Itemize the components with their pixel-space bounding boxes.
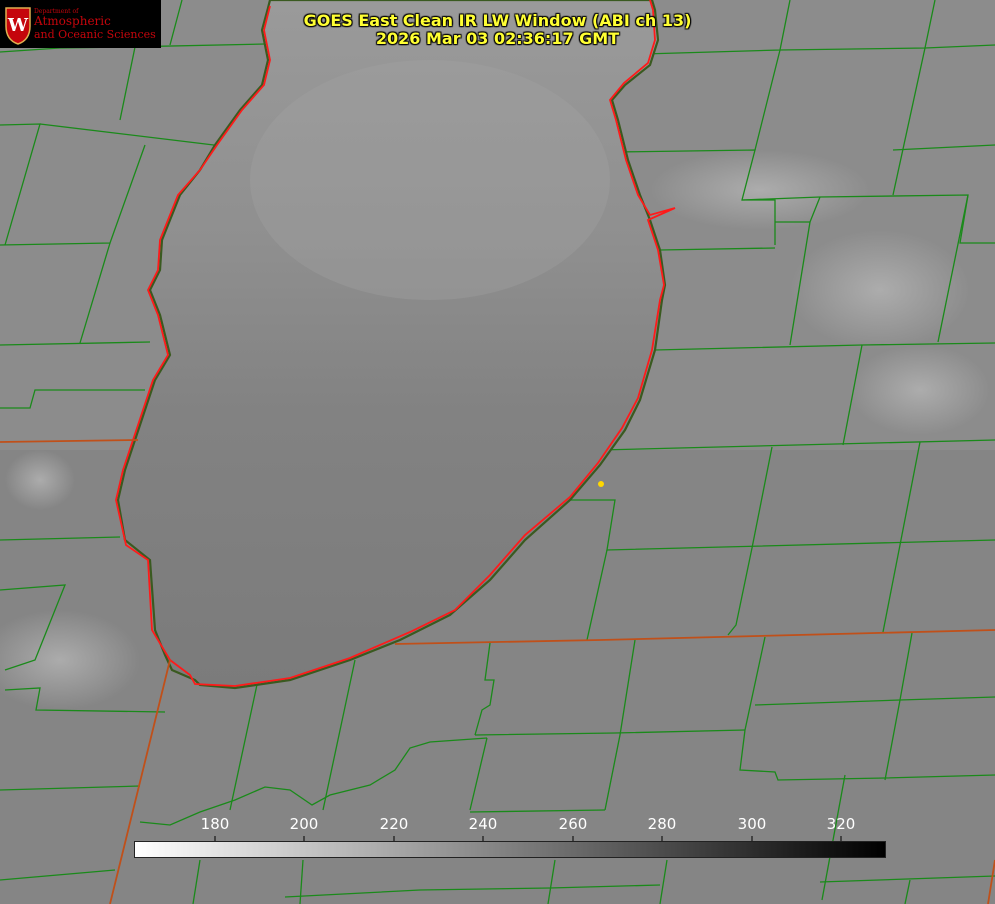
- product-title: GOES East Clean IR LW Window (ABI ch 13): [303, 11, 692, 30]
- colorbar-tick-label: 280: [647, 815, 677, 833]
- colorbar-tick-label: 300: [737, 815, 767, 833]
- colorbar-tick-label: 320: [826, 815, 856, 833]
- cloud-patch: [790, 230, 970, 350]
- colorbar-tick-label: 200: [289, 815, 319, 833]
- cloud-patch: [5, 450, 75, 510]
- colorbar: [134, 841, 886, 858]
- lake-cloud: [250, 60, 610, 300]
- cloud-patch: [850, 345, 990, 435]
- colorbar-tick-label: 220: [379, 815, 409, 833]
- timestamp-title: 2026 Mar 03 02:36:17 GMT: [375, 29, 620, 48]
- station-dot-icon: [598, 481, 604, 487]
- colorbar-tick-label: 240: [468, 815, 498, 833]
- cloud-patch: [650, 150, 870, 230]
- colorbar-tick-label: 180: [200, 815, 230, 833]
- satellite-map: [0, 0, 995, 904]
- colorbar-tick-label: 260: [558, 815, 588, 833]
